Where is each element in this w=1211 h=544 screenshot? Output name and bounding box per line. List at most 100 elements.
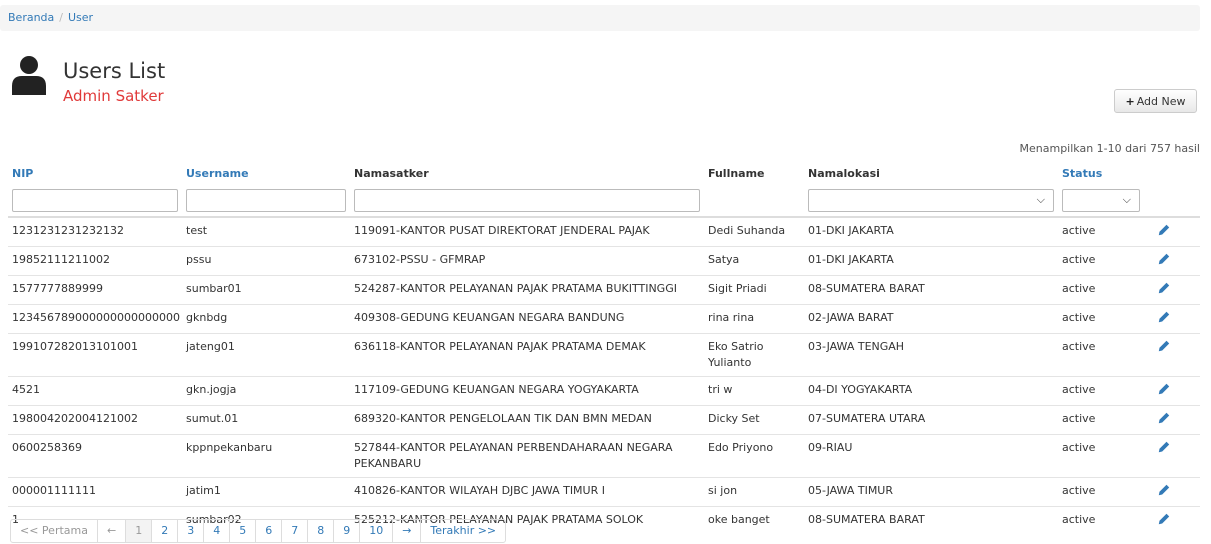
pagination-prev[interactable]: ← bbox=[96, 520, 125, 542]
column-header-actions bbox=[1144, 160, 1200, 186]
breadcrumb: Beranda / User bbox=[0, 5, 1200, 31]
cell-username: sumbar01 bbox=[182, 275, 350, 305]
pagination-page[interactable]: 6 bbox=[255, 520, 281, 542]
add-new-button[interactable]: + Add New bbox=[1114, 89, 1197, 113]
pencil-icon[interactable] bbox=[1158, 383, 1170, 395]
pagination-page[interactable]: 9 bbox=[333, 520, 359, 542]
cell-status: active bbox=[1058, 376, 1144, 406]
column-header-namasatker: Namasatker bbox=[354, 166, 429, 180]
add-new-label: Add New bbox=[1136, 94, 1186, 108]
breadcrumb-current-link[interactable]: User bbox=[68, 11, 93, 24]
filter-status-select[interactable]: ⌵ bbox=[1062, 189, 1140, 212]
cell-namasatker: 524287-KANTOR PELAYANAN PAJAK PRATAMA BU… bbox=[350, 275, 704, 305]
filter-namalokasi-select[interactable]: ⌵ bbox=[808, 189, 1054, 212]
cell-nip: 0600258369 bbox=[8, 434, 182, 478]
cell-fullname: Satya bbox=[704, 246, 804, 276]
cell-username: jateng01 bbox=[182, 333, 350, 377]
cell-status: active bbox=[1058, 333, 1144, 377]
cell-namasatker: 410826-KANTOR WILAYAH DJBC JAWA TIMUR I bbox=[350, 477, 704, 507]
breadcrumb-separator: / bbox=[59, 11, 63, 24]
cell-actions bbox=[1144, 434, 1200, 478]
pencil-icon[interactable] bbox=[1158, 282, 1170, 294]
filter-row: ⌵ ⌵ bbox=[8, 186, 1200, 218]
pagination-first[interactable]: << Pertama bbox=[11, 520, 97, 542]
pencil-icon[interactable] bbox=[1158, 224, 1170, 236]
cell-fullname: Eko Satrio Yulianto bbox=[704, 333, 804, 377]
table-row: 1577777889999 sumbar01 524287-KANTOR PELAY… bbox=[8, 275, 1200, 305]
pencil-icon[interactable] bbox=[1158, 484, 1170, 496]
cell-username: sumut.01 bbox=[182, 405, 350, 435]
pencil-icon[interactable] bbox=[1158, 441, 1170, 453]
breadcrumb-home-link[interactable]: Beranda bbox=[8, 11, 54, 24]
cell-username: kppnpekanbaru bbox=[182, 434, 350, 478]
cell-namalokasi: 07-SUMATERA UTARA bbox=[804, 405, 1058, 435]
pagination-page[interactable]: 7 bbox=[281, 520, 307, 542]
cell-namalokasi: 01-DKI JAKARTA bbox=[804, 216, 1058, 247]
cell-username: gknbdg bbox=[182, 304, 350, 334]
plus-icon: + bbox=[1125, 94, 1135, 108]
pagination-page[interactable]: 4 bbox=[203, 520, 229, 542]
pencil-icon[interactable] bbox=[1158, 513, 1170, 525]
table-row: 0600258369 kppnpekanbaru 527844-KANTOR PEL… bbox=[8, 434, 1200, 478]
cell-namasatker: 117109-GEDUNG KEUANGAN NEGARA YOGYAKARTA bbox=[350, 376, 704, 406]
table-body: 1231231231232132 test 119091-KANTOR PUSAT … bbox=[8, 216, 1200, 535]
cell-namalokasi: 02-JAWA BARAT bbox=[804, 304, 1058, 334]
user-icon bbox=[12, 56, 46, 95]
pagination-page[interactable]: 3 bbox=[177, 520, 203, 542]
pencil-icon[interactable] bbox=[1158, 412, 1170, 424]
pagination-page[interactable]: 5 bbox=[229, 520, 255, 542]
cell-fullname: rina rina bbox=[704, 304, 804, 334]
pagination-page[interactable]: 2 bbox=[151, 520, 177, 542]
cell-username: test bbox=[182, 216, 350, 247]
pencil-icon[interactable] bbox=[1158, 340, 1170, 352]
pagination-next[interactable]: → bbox=[392, 520, 420, 542]
cell-actions bbox=[1144, 506, 1200, 535]
column-header-status[interactable]: Status bbox=[1058, 160, 1144, 186]
cell-namalokasi: 08-SUMATERA BARAT bbox=[804, 506, 1058, 535]
cell-actions bbox=[1144, 246, 1200, 276]
cell-fullname: Sigit Priadi bbox=[704, 275, 804, 305]
cell-fullname: oke banget bbox=[704, 506, 804, 535]
cell-actions bbox=[1144, 275, 1200, 305]
cell-fullname: Edo Priyono bbox=[704, 434, 804, 478]
filter-nip-input[interactable] bbox=[12, 189, 178, 212]
pagination-page[interactable]: 10 bbox=[359, 520, 392, 542]
cell-fullname: Dicky Set bbox=[704, 405, 804, 435]
results-summary: Menampilkan 1-10 dari 757 hasil bbox=[1019, 142, 1200, 155]
page-subtitle: Admin Satker bbox=[63, 87, 164, 105]
cell-username: pssu bbox=[182, 246, 350, 276]
pencil-icon[interactable] bbox=[1158, 311, 1170, 323]
pencil-icon[interactable] bbox=[1158, 253, 1170, 265]
cell-actions bbox=[1144, 405, 1200, 435]
column-header-namalokasi: Namalokasi bbox=[808, 166, 880, 180]
cell-namalokasi: 09-RIAU bbox=[804, 434, 1058, 478]
pagination-page[interactable]: 1 bbox=[125, 520, 152, 542]
cell-namasatker: 673102-PSSU - GFMRAP bbox=[350, 246, 704, 276]
cell-status: active bbox=[1058, 275, 1144, 305]
column-header-username[interactable]: Username bbox=[182, 160, 350, 186]
cell-nip: 198004202004121002 bbox=[8, 405, 182, 435]
column-header-nip[interactable]: NIP bbox=[8, 160, 182, 186]
cell-status: active bbox=[1058, 304, 1144, 334]
page-title: Users List bbox=[63, 59, 166, 83]
pagination: << Pertama ← 1 2 3 4 5 6 7 8 9 10 → Terakhir >> bbox=[10, 519, 507, 543]
cell-status: active bbox=[1058, 477, 1144, 507]
table-row: 19852111211002 pssu 673102-PSSU - GFMRAP Sa… bbox=[8, 246, 1200, 276]
filter-namasatker-input[interactable] bbox=[354, 189, 700, 212]
cell-status: active bbox=[1058, 506, 1144, 535]
cell-namalokasi: 08-SUMATERA BARAT bbox=[804, 275, 1058, 305]
cell-nip: 123456789000000000000000 bbox=[8, 304, 182, 334]
pagination-last[interactable]: Terakhir >> bbox=[420, 520, 505, 542]
cell-namasatker: 119091-KANTOR PUSAT DIREKTORAT JENDERAL … bbox=[350, 216, 704, 247]
cell-namasatker: 636118-KANTOR PELAYANAN PAJAK PRATAMA DE… bbox=[350, 333, 704, 377]
table-row: 198004202004121002 sumut.01 689320-KANTOR … bbox=[8, 405, 1200, 435]
cell-username: gkn.jogja bbox=[182, 376, 350, 406]
chevron-down-icon: ⌵ bbox=[1122, 193, 1131, 206]
users-table: NIP Username Namasatker Fullname Namalok… bbox=[8, 160, 1200, 535]
cell-actions bbox=[1144, 333, 1200, 377]
cell-namasatker: 527844-KANTOR PELAYANAN PERBENDAHARAAN N… bbox=[350, 434, 704, 478]
table-row: 4521 gkn.jogja 117109-GEDUNG KEUANGAN NEGA… bbox=[8, 376, 1200, 406]
pagination-page[interactable]: 8 bbox=[307, 520, 333, 542]
filter-username-input[interactable] bbox=[186, 189, 346, 212]
table-row: 199107282013101001 jateng01 636118-KANTOR … bbox=[8, 333, 1200, 377]
